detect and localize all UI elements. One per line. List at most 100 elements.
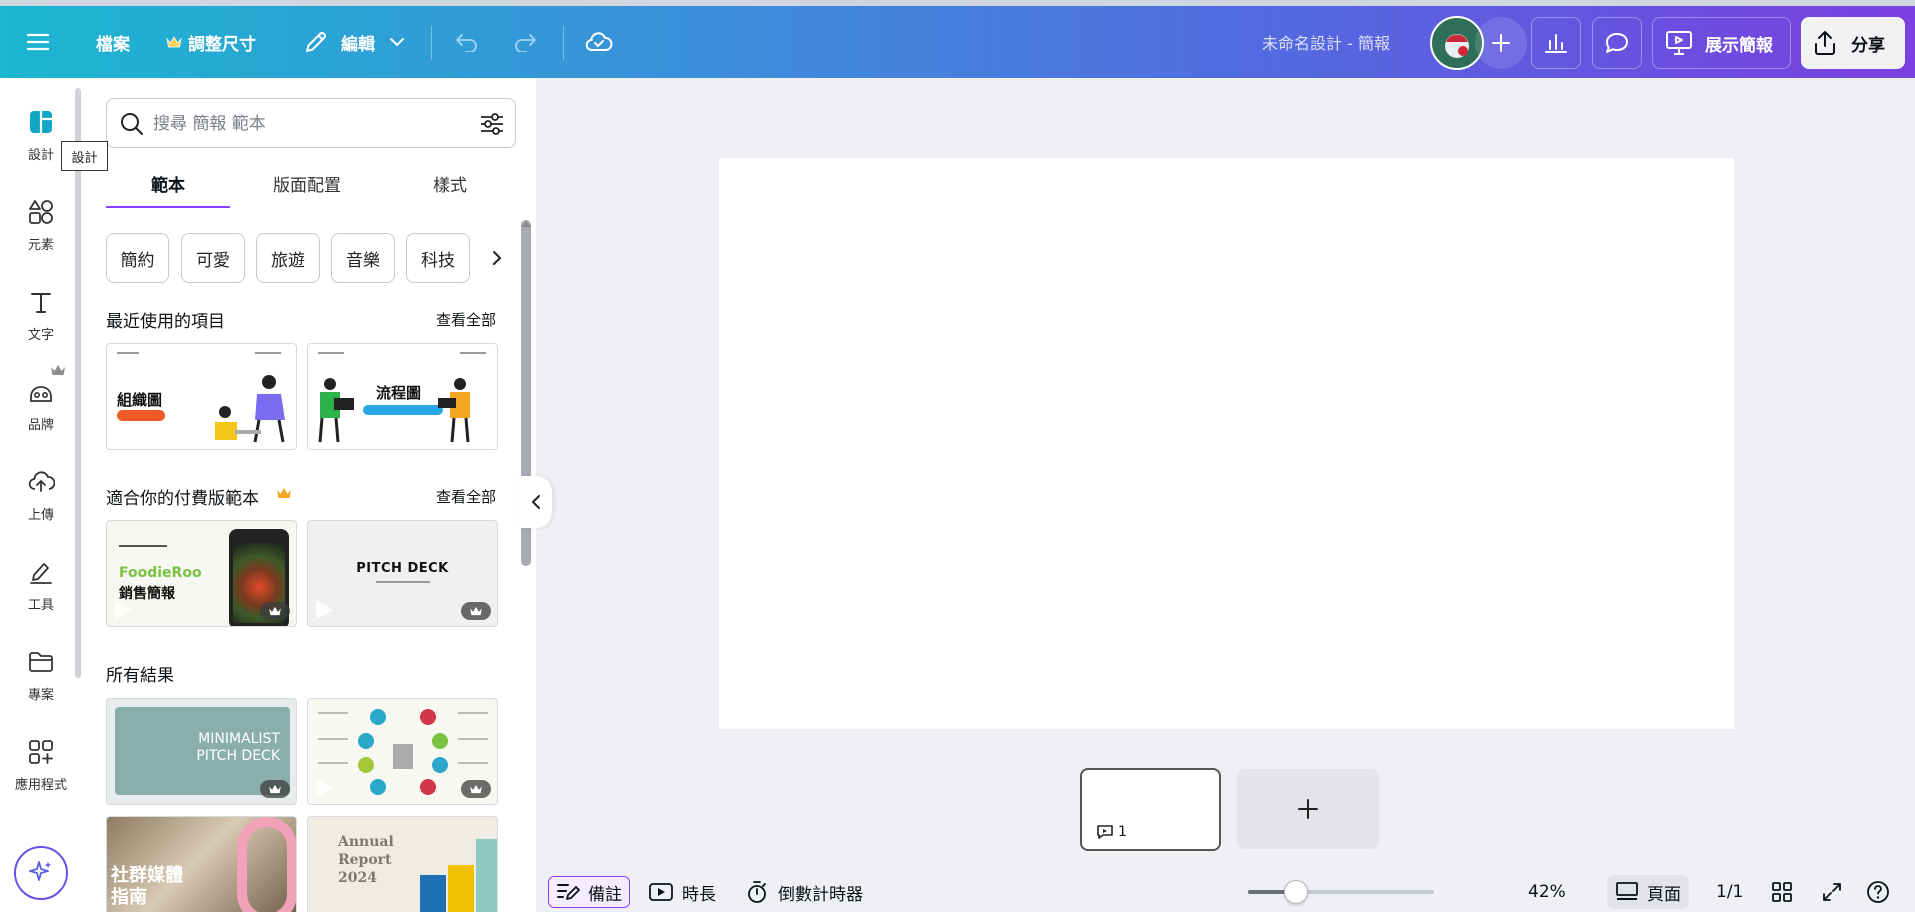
- countdown-timer-button[interactable]: 倒數計時器: [746, 876, 863, 908]
- page-count[interactable]: 1/1: [1716, 876, 1743, 908]
- crown-icon: [277, 488, 291, 498]
- invite-collaborator-button[interactable]: [1475, 17, 1527, 69]
- premium-badge: [461, 780, 491, 798]
- premium-see-all-link[interactable]: 查看全部: [436, 486, 496, 507]
- result-item-line2: PITCH DECK: [196, 748, 280, 764]
- chip-music[interactable]: 音樂: [331, 233, 395, 283]
- chevron-left-icon: [531, 495, 540, 509]
- result-item-line3: 2024: [338, 870, 377, 886]
- recent-item-title: 組織圖: [117, 391, 163, 409]
- search-input[interactable]: [153, 111, 453, 137]
- pages-view-button[interactable]: 頁面: [1607, 875, 1689, 909]
- stopwatch-icon: [748, 881, 766, 903]
- premium-item-title: PITCH DECK: [356, 561, 449, 576]
- result-item-minimalist[interactable]: MINIMALIST PITCH DECK: [106, 698, 297, 805]
- rail-item-text[interactable]: 文字: [0, 280, 82, 360]
- hamburger-icon: [26, 33, 50, 51]
- toolbar-divider: [431, 26, 432, 60]
- duration-label: 時長: [682, 884, 716, 905]
- panel-collapse-button[interactable]: [520, 476, 552, 528]
- magic-assistant-button[interactable]: [14, 846, 68, 900]
- result-item-line2: Report: [338, 852, 392, 868]
- chip-cute[interactable]: 可愛: [181, 233, 245, 283]
- menu-button[interactable]: [26, 6, 50, 78]
- slide-canvas[interactable]: [719, 158, 1734, 729]
- page-thumbnail[interactable]: 1: [1080, 768, 1221, 851]
- rail-item-projects[interactable]: 專案: [0, 640, 82, 720]
- crown-icon: [470, 606, 482, 616]
- rail-scrollbar[interactable]: [75, 88, 81, 678]
- result-item-annual-report[interactable]: Annual Report 2024: [307, 816, 498, 912]
- undo-button[interactable]: [454, 6, 480, 78]
- document-title[interactable]: 未命名設計 - 簡報: [1262, 6, 1390, 78]
- play-icon: [316, 778, 333, 798]
- redo-button[interactable]: [512, 6, 538, 78]
- rail-item-brand[interactable]: 品牌: [0, 365, 82, 450]
- chip-minimal[interactable]: 簡約: [106, 233, 169, 283]
- crown-icon: [269, 606, 281, 616]
- result-item-title: MINIMALIST PITCH DECK: [196, 731, 280, 765]
- tab-templates[interactable]: 範本: [106, 160, 230, 206]
- notes-button[interactable]: 備註: [548, 876, 630, 908]
- rail-item-elements[interactable]: 元素: [0, 190, 82, 270]
- rail-item-upload[interactable]: 上傳: [0, 460, 82, 540]
- zoom-slider-thumb[interactable]: [1284, 880, 1308, 904]
- result-item-title: 社群媒體 指南: [111, 865, 183, 909]
- countdown-timer-label: 倒數計時器: [778, 884, 863, 905]
- side-rail: 設計 元素 文字 品牌 上傳 工具 專案 應用程式: [0, 78, 82, 912]
- filter-icon[interactable]: [479, 111, 505, 137]
- fullscreen-button[interactable]: [1821, 876, 1843, 908]
- thumb-header-line: [119, 545, 167, 547]
- design-icon: [23, 104, 59, 140]
- edit-mode-button[interactable]: 編輯: [303, 6, 405, 78]
- elements-icon: [23, 194, 59, 230]
- rail-label-tools: 工具: [27, 598, 54, 613]
- tab-styles[interactable]: 樣式: [384, 160, 516, 206]
- grid-view-button[interactable]: [1771, 876, 1793, 908]
- thumbnail-comment-count: 1: [1096, 824, 1127, 840]
- tab-layouts[interactable]: 版面配置: [242, 160, 372, 206]
- resize-button[interactable]: 調整尺寸: [166, 6, 256, 78]
- report-bar: [448, 865, 474, 912]
- rail-item-tools[interactable]: 工具: [0, 550, 82, 630]
- chip-travel[interactable]: 旅遊: [256, 233, 320, 283]
- upload-icon: [23, 464, 59, 500]
- share-upload-icon: [1815, 31, 1835, 55]
- result-item-social-media[interactable]: 社群媒體 指南: [106, 816, 297, 912]
- play-timer-icon: [649, 883, 673, 901]
- crown-icon: [470, 784, 482, 794]
- presentation-icon: [1666, 31, 1692, 55]
- premium-item-foodieroo[interactable]: FoodieRoo 銷售簡報: [106, 520, 297, 627]
- chip-tech[interactable]: 科技: [406, 233, 470, 283]
- premium-badge: [260, 780, 290, 798]
- result-item-infographic[interactable]: [307, 698, 498, 805]
- rail-label-brand: 品牌: [27, 418, 54, 433]
- redo-icon: [515, 34, 536, 52]
- search-icon: [121, 113, 143, 135]
- rail-item-apps[interactable]: 應用程式: [0, 730, 82, 810]
- premium-item-pitch-deck[interactable]: PITCH DECK: [307, 520, 498, 627]
- zoom-slider-track[interactable]: [1248, 880, 1434, 904]
- cloud-save-button[interactable]: [585, 6, 613, 78]
- duration-button[interactable]: 時長: [648, 876, 716, 908]
- recent-item-org-chart[interactable]: 組織圖: [106, 343, 297, 450]
- comments-button[interactable]: [1592, 17, 1642, 69]
- file-menu-button[interactable]: 檔案: [96, 6, 130, 78]
- crown-icon: [51, 365, 65, 375]
- present-button[interactable]: 展示簡報: [1652, 17, 1791, 69]
- chips-next-button[interactable]: [478, 233, 516, 283]
- help-button[interactable]: [1866, 876, 1890, 908]
- template-search: [106, 98, 516, 148]
- insights-button[interactable]: [1531, 17, 1581, 69]
- edit-mode-label: 編輯: [341, 34, 375, 55]
- thumb-header-line: [460, 352, 486, 354]
- share-button[interactable]: 分享: [1801, 17, 1905, 69]
- share-label: 分享: [1851, 35, 1885, 56]
- zoom-percentage[interactable]: 42%: [1528, 876, 1566, 908]
- recent-see-all-link[interactable]: 查看全部: [436, 309, 496, 330]
- page-count-text: 1/1: [1716, 882, 1744, 902]
- brand-icon: [23, 374, 59, 410]
- scroll-up-icon[interactable]: [520, 220, 532, 228]
- recent-item-flowchart[interactable]: 流程圖: [307, 343, 498, 450]
- add-page-button[interactable]: [1237, 769, 1379, 849]
